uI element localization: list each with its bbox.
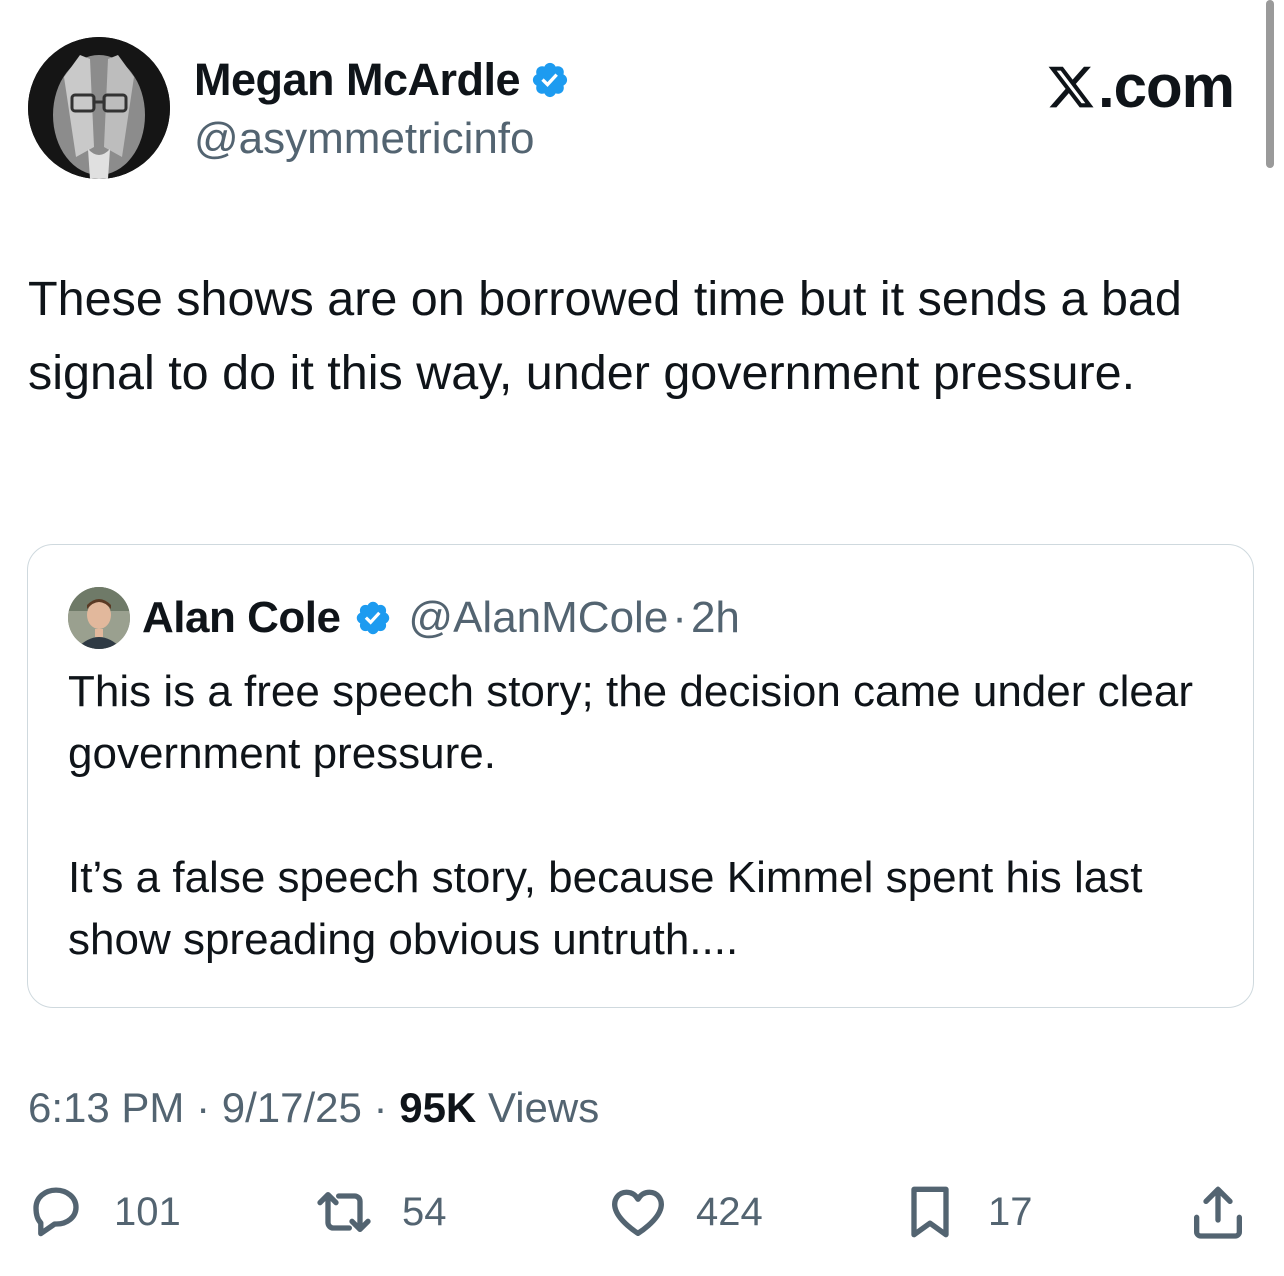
- x-logo-icon: [1048, 66, 1094, 107]
- bookmark-count: 17: [988, 1189, 1033, 1234]
- quoted-author-name[interactable]: Alan Cole: [142, 593, 341, 643]
- separator: ·: [184, 1084, 222, 1131]
- reply-button[interactable]: 101: [24, 1180, 181, 1244]
- quoted-timestamp[interactable]: 2h: [691, 593, 740, 643]
- share-icon: [1194, 1186, 1242, 1239]
- repost-icon: [317, 1192, 371, 1232]
- quoted-tweet-header: Alan Cole @AlanMCole · 2h: [68, 587, 740, 649]
- avatar-photo-icon: [68, 587, 130, 649]
- repost-button[interactable]: 54: [312, 1180, 447, 1244]
- heart-icon: [612, 1189, 664, 1236]
- repost-count: 54: [402, 1189, 447, 1234]
- author-handle[interactable]: @asymmetricinfo: [194, 114, 535, 164]
- verified-badge-icon: [532, 62, 568, 98]
- tweet-meta: 6:13 PM · 9/17/25 · 95K Views: [28, 1084, 599, 1132]
- tweet-text: These shows are on borrowed time but it …: [28, 272, 1182, 400]
- x-brand: .com: [1046, 52, 1235, 121]
- separator: ·: [361, 1084, 400, 1131]
- quoted-author-avatar[interactable]: [68, 587, 130, 649]
- separator: ·: [672, 593, 687, 642]
- bookmark-icon: [911, 1186, 949, 1238]
- verified-badge-icon: [357, 601, 390, 635]
- quoted-tweet-text: This is a free speech story; the decisio…: [68, 667, 1193, 964]
- like-count: 424: [696, 1189, 763, 1234]
- views-label: Views: [476, 1084, 600, 1131]
- reply-count: 101: [114, 1189, 181, 1234]
- avatar-photo-icon: [28, 37, 170, 179]
- like-button[interactable]: 424: [606, 1180, 763, 1244]
- action-bar: 101 54 424 17: [0, 1180, 1284, 1250]
- tweet-date[interactable]: 9/17/25: [222, 1084, 362, 1131]
- quoted-tweet[interactable]: Alan Cole @AlanMCole · 2h This is a free…: [27, 544, 1254, 1008]
- author-name-row[interactable]: Megan McArdle: [194, 54, 570, 106]
- share-button[interactable]: [1186, 1180, 1250, 1244]
- quoted-author-handle[interactable]: @AlanMCole: [408, 593, 668, 643]
- reply-icon: [33, 1187, 79, 1237]
- author-avatar[interactable]: [28, 37, 170, 179]
- brand-label: .com: [1097, 53, 1235, 120]
- views-count[interactable]: 95K: [399, 1084, 476, 1131]
- tweet-time[interactable]: 6:13 PM: [28, 1084, 184, 1131]
- bookmark-button[interactable]: 17: [898, 1180, 1033, 1244]
- scrollbar[interactable]: [1266, 0, 1274, 168]
- author-name[interactable]: Megan McArdle: [194, 54, 521, 106]
